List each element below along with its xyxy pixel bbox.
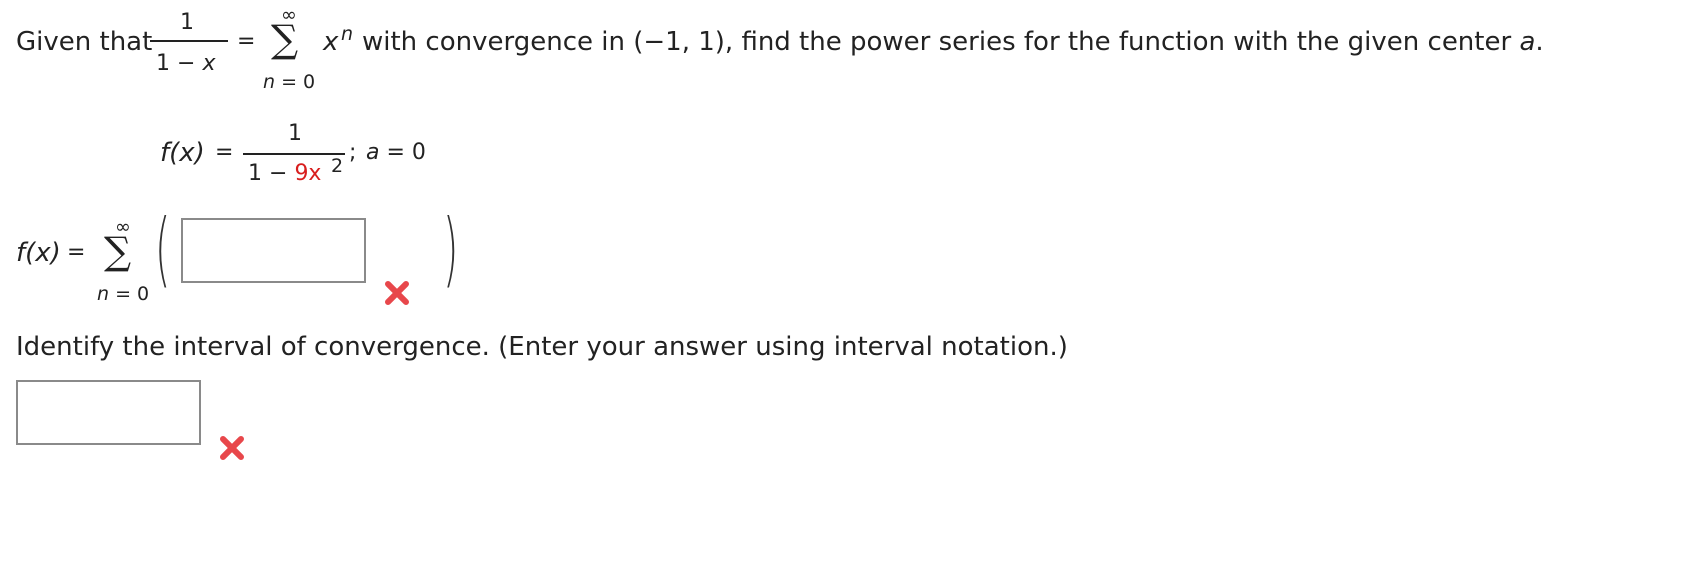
- series-sum-index-n: n: [97, 283, 110, 305]
- equals-sign: =: [237, 29, 256, 54]
- function-equals: =: [215, 140, 234, 165]
- fraction-denominator: 1 −: [156, 51, 196, 76]
- given-that-text: Given that: [16, 27, 153, 57]
- term-x: x: [323, 27, 339, 57]
- problem-rest-text: with convergence in (−1, 1), find the po…: [362, 27, 1544, 57]
- sum-lower-limit: = 0: [281, 71, 316, 93]
- sigma-symbol: ∑: [271, 17, 299, 61]
- series-sum-lower-limit: = 0: [115, 283, 150, 305]
- function-center-variable: a: [366, 140, 380, 165]
- function-denominator-coefficient: 9x: [294, 161, 322, 186]
- series-equals: =: [67, 240, 86, 265]
- series-term-input[interactable]: [181, 218, 366, 283]
- interval-prompt: Identify the interval of convergence. (E…: [16, 332, 1068, 362]
- function-numerator: 1: [288, 121, 302, 146]
- sum-index-n: n: [263, 71, 276, 93]
- term-exponent: n: [341, 23, 354, 45]
- fraction-numerator: 1: [180, 10, 194, 35]
- fraction-denominator-x: x: [202, 51, 216, 76]
- function-denominator-prefix: 1 −: [248, 161, 288, 186]
- fraction-bar: [150, 40, 228, 42]
- function-semicolon: ;: [349, 140, 357, 165]
- function-lhs: f(x): [160, 138, 205, 168]
- series-lhs: f(x): [16, 238, 61, 268]
- x-mark-icon: [385, 281, 409, 305]
- series-sigma-symbol: ∑: [104, 229, 132, 273]
- interval-input[interactable]: [16, 380, 201, 445]
- x-mark-icon: [220, 436, 244, 460]
- center-variable: a: [1519, 27, 1536, 57]
- function-denominator-exponent: 2: [331, 155, 344, 177]
- open-parenthesis: (: [155, 202, 171, 297]
- function-center-value: = 0: [386, 140, 426, 165]
- close-parenthesis: ): [443, 202, 459, 297]
- function-fraction-bar: [243, 153, 345, 155]
